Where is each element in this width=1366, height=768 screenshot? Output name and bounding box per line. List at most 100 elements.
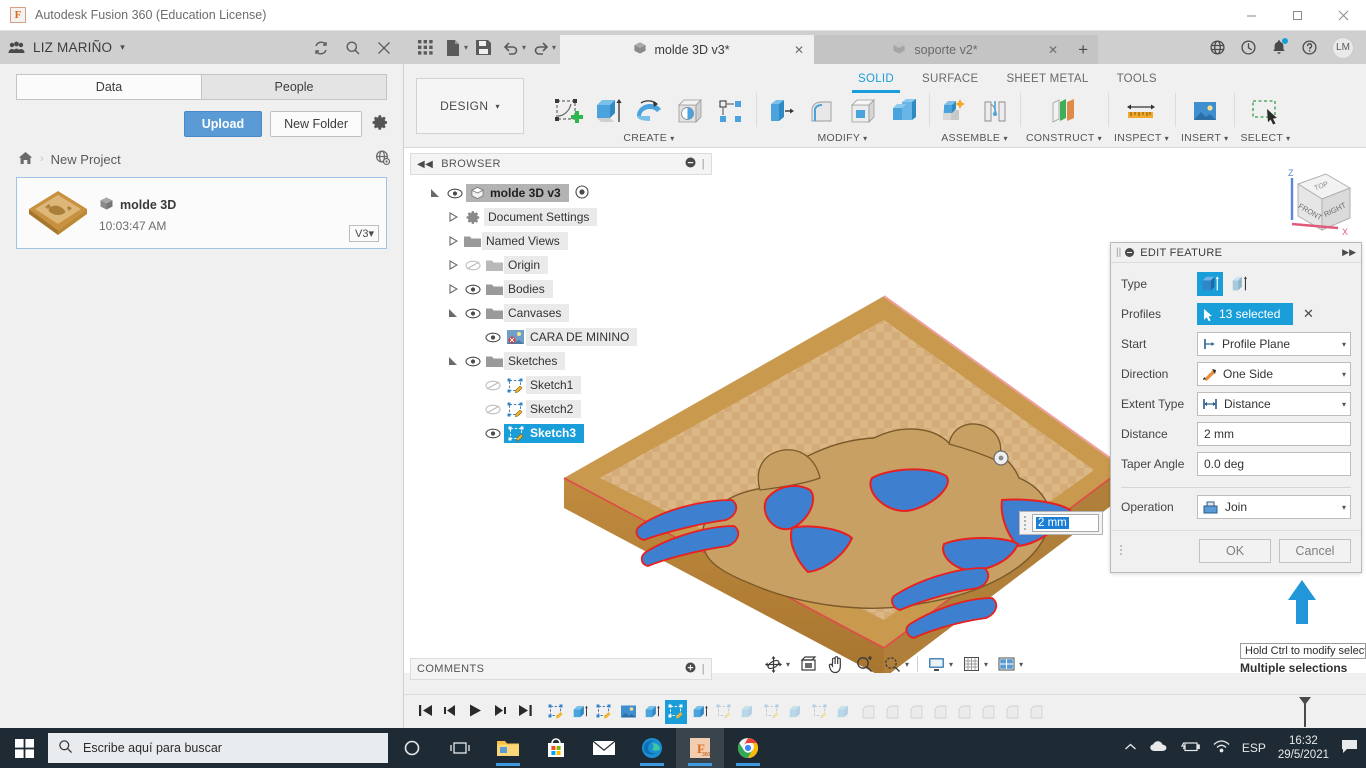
fillet-icon[interactable] (803, 93, 841, 131)
ribbon-group-label[interactable]: ASSEMBLE ▾ (941, 131, 1008, 147)
timeline-item-extrude[interactable] (689, 700, 711, 724)
input-grip-icon[interactable] (1020, 512, 1032, 534)
show-hidden-icons[interactable] (1124, 741, 1137, 755)
nav-fit[interactable]: ▾ (879, 651, 912, 677)
timeline-item-fillet-pending[interactable] (929, 700, 951, 724)
visibility-eye-icon[interactable] (482, 428, 504, 439)
start-button[interactable] (0, 728, 48, 768)
orbit-icon[interactable] (760, 651, 786, 677)
look-at-icon[interactable] (795, 651, 821, 677)
timeline-item-extrude[interactable] (641, 700, 663, 724)
breadcrumb-project[interactable]: New Project (51, 152, 121, 167)
press-pull-icon[interactable] (762, 93, 800, 131)
avatar[interactable]: LM (1332, 36, 1354, 59)
tree-node-cara-de-minino[interactable]: CARA DE MININO (410, 325, 712, 349)
timeline-track[interactable] (545, 696, 1358, 727)
visibility-eye-off-icon[interactable] (462, 260, 484, 271)
nav-display-settings[interactable]: ▾ (923, 651, 956, 677)
save-icon[interactable] (470, 35, 496, 61)
ribbon-group-label[interactable]: SELECT ▾ (1240, 131, 1290, 147)
action-center-icon[interactable] (1341, 739, 1358, 757)
step-back-icon[interactable] (443, 703, 458, 721)
direction-dropdown[interactable]: One Side ▾ (1197, 362, 1351, 386)
new-folder-button[interactable]: New Folder (270, 111, 362, 137)
step-forward-icon[interactable] (493, 703, 508, 721)
type-profile-button[interactable] (1197, 272, 1223, 296)
collapse-triangle-icon[interactable] (444, 356, 462, 366)
new-component-icon[interactable] (935, 93, 973, 131)
user-name[interactable]: LIZ MARIÑO (33, 40, 112, 55)
task-view-icon[interactable] (436, 728, 484, 768)
play-icon[interactable] (468, 703, 483, 721)
chevron-down-icon[interactable]: ▾ (984, 660, 991, 669)
timeline-item-fillet-pending[interactable] (1025, 700, 1047, 724)
ribbon-group-label[interactable]: INSPECT ▾ (1114, 131, 1169, 147)
search-input[interactable]: Escribe aquí para buscar (48, 733, 388, 763)
expand-triangle-icon[interactable] (444, 236, 462, 246)
fusion360-icon[interactable]: F 360 (676, 728, 724, 768)
search-icon[interactable] (345, 40, 361, 56)
onedrive-icon[interactable] (1149, 740, 1169, 756)
grid-snap-icon[interactable] (958, 651, 984, 677)
timeline-item-canvas[interactable] (617, 700, 639, 724)
home-icon[interactable] (18, 151, 33, 168)
visibility-eye-icon[interactable] (462, 356, 484, 367)
ribbon-group-label[interactable]: MODIFY ▾ (818, 131, 868, 147)
wifi-icon[interactable] (1213, 740, 1230, 756)
collapse-icon[interactable]: ◀◀ (417, 159, 433, 170)
timeline-item-fillet-pending[interactable] (1001, 700, 1023, 724)
canvas-distance-input[interactable]: 2 mm (1019, 511, 1103, 535)
visibility-eye-icon[interactable] (444, 188, 466, 199)
shell-icon[interactable] (844, 93, 882, 131)
chevron-down-icon[interactable]: ▾ (949, 660, 956, 669)
document-tab-soporte[interactable]: soporte v2* ✕ (814, 35, 1069, 64)
visibility-eye-icon[interactable] (462, 308, 484, 319)
undo-icon[interactable] (498, 35, 524, 61)
file-explorer-icon[interactable] (484, 728, 532, 768)
dialog-expand-icon[interactable]: ▶▶ (1342, 247, 1356, 258)
ribbon-group-label[interactable]: INSERT ▾ (1181, 131, 1228, 147)
globe-icon[interactable] (374, 149, 391, 169)
timeline-item-fillet-pending[interactable] (977, 700, 999, 724)
minimize-button[interactable] (1228, 0, 1274, 31)
timeline-item-extrude-pending[interactable] (785, 700, 807, 724)
close-icon[interactable]: ✕ (1048, 43, 1058, 57)
tree-node-canvases[interactable]: Canvases (410, 301, 712, 325)
extrude-icon[interactable] (589, 93, 627, 131)
tree-node-named-views[interactable]: Named Views (410, 229, 712, 253)
profiles-selected-badge[interactable]: 13 selected (1197, 303, 1293, 325)
tab-people[interactable]: People (201, 74, 387, 100)
dialog-collapse-icon[interactable] (1125, 248, 1135, 257)
timeline-item-fillet-pending[interactable] (953, 700, 975, 724)
notifications-icon[interactable] (1271, 38, 1288, 56)
app-grid-icon[interactable] (412, 35, 438, 61)
timeline-item-extrude-pending[interactable] (833, 700, 855, 724)
visibility-eye-off-icon[interactable] (482, 404, 504, 415)
gear-icon[interactable] (372, 114, 389, 134)
tree-node-sketch1[interactable]: Sketch1 (410, 373, 712, 397)
timeline-item-extrude[interactable] (569, 700, 591, 724)
operation-dropdown[interactable]: Join ▾ (1197, 495, 1351, 519)
create-sketch-icon[interactable] (548, 93, 586, 131)
cancel-button[interactable]: Cancel (1279, 539, 1351, 563)
chevron-down-icon[interactable]: ▾ (120, 42, 125, 53)
nav-grid-snap[interactable]: ▾ (958, 651, 991, 677)
new-tab-button[interactable]: + (1068, 35, 1099, 64)
ribbon-group-label[interactable]: CREATE ▾ (623, 131, 674, 147)
globe-icon[interactable] (1209, 39, 1226, 56)
tree-node-origin[interactable]: Origin (410, 253, 712, 277)
upload-button[interactable]: Upload (183, 111, 263, 137)
type-thin-button[interactable] (1227, 272, 1253, 296)
chevron-down-icon[interactable]: ▾ (522, 43, 526, 52)
extent-type-dropdown[interactable]: Distance ▾ (1197, 392, 1351, 416)
expand-triangle-icon[interactable] (444, 284, 462, 294)
tree-node-molde-3d[interactable]: molde 3D v3 (410, 181, 712, 205)
panel-grip[interactable]: | (702, 663, 705, 675)
display-settings-icon[interactable] (923, 651, 949, 677)
redo-icon[interactable] (528, 35, 554, 61)
activate-component-icon[interactable] (575, 184, 589, 202)
visibility-eye-icon[interactable] (482, 332, 504, 343)
help-icon[interactable] (1301, 39, 1318, 56)
dialog-grip-icon[interactable]: || (1116, 247, 1121, 258)
add-comment-icon[interactable] (685, 662, 696, 676)
